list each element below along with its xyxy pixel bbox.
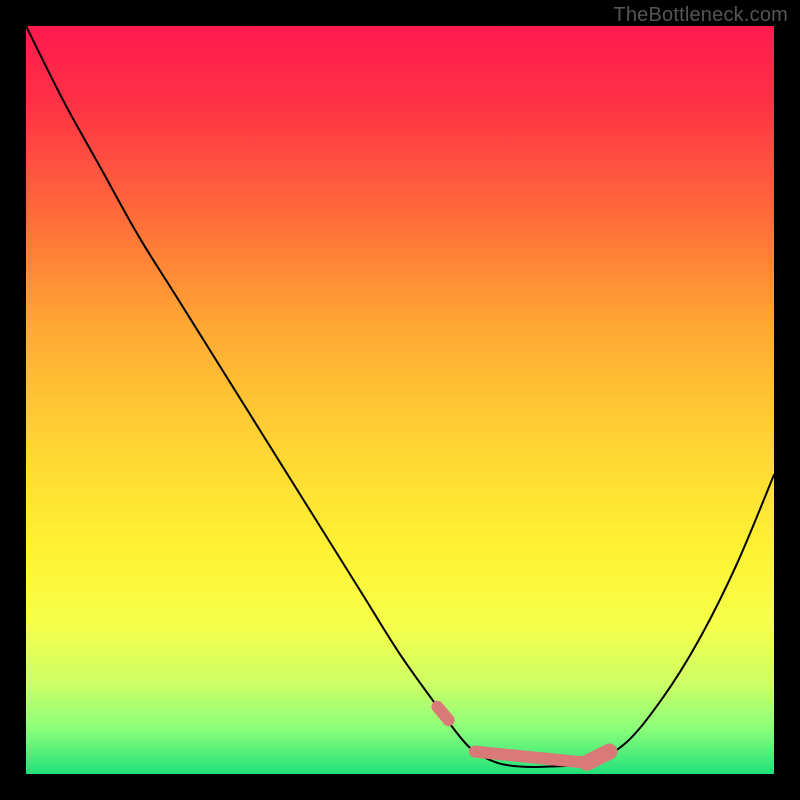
gradient-background bbox=[26, 26, 774, 774]
optimal-range-highlight bbox=[587, 752, 609, 763]
chart-container: TheBottleneck.com bbox=[0, 0, 800, 800]
bottleneck-chart bbox=[26, 26, 774, 774]
watermark-label: TheBottleneck.com bbox=[613, 4, 788, 27]
